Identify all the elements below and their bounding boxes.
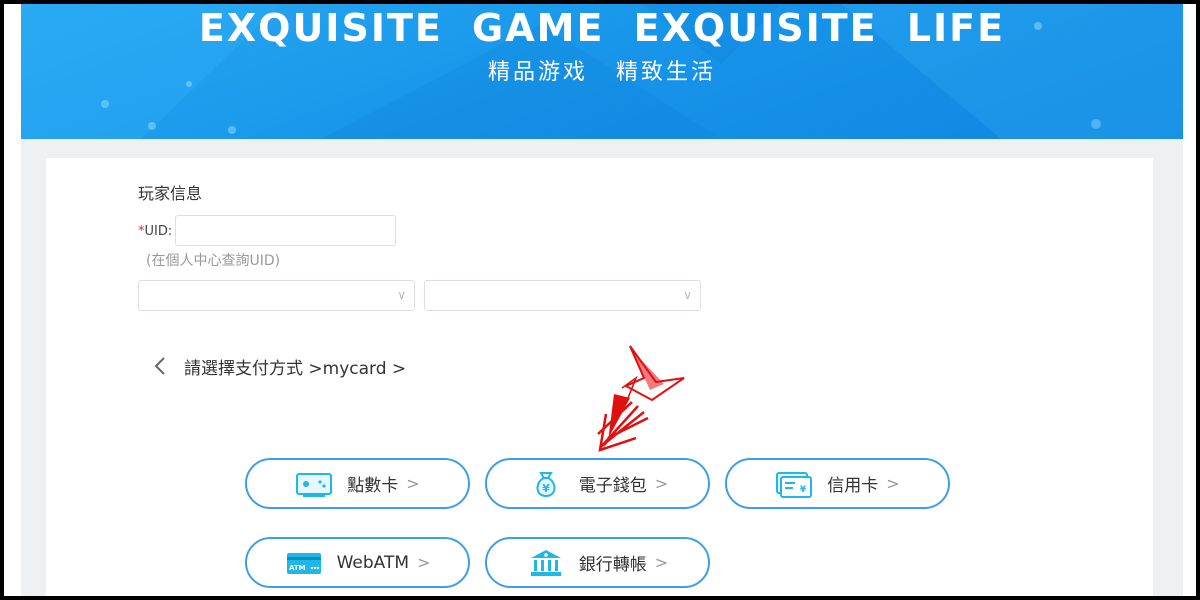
payment-e-wallet-button[interactable]: ¥ 電子錢包 > <box>485 458 710 509</box>
red-annotation-arrow-icon <box>597 345 685 452</box>
chevron-right-icon: > <box>654 553 669 572</box>
server-select[interactable]: ∨ <box>138 280 415 311</box>
payment-webatm-button[interactable]: ATM WebATM > <box>245 537 470 588</box>
chevron-right-icon: > <box>417 553 431 572</box>
credit-card-icon: ¥ <box>776 471 813 498</box>
svg-text:¥: ¥ <box>800 485 807 495</box>
player-info-heading: 玩家信息 <box>138 184 203 203</box>
payment-label: 點數卡 <box>347 476 399 496</box>
chevron-down-icon: ∨ <box>683 288 692 302</box>
page-frame: EXQUISITE GAME EXQUISITE LIFE 精品游戏 精致生活 … <box>4 4 1196 596</box>
chevron-right-icon: > <box>406 474 420 493</box>
chevron-right-icon: > <box>886 474 900 493</box>
header-banner: EXQUISITE GAME EXQUISITE LIFE 精品游戏 精致生活 <box>21 4 1183 139</box>
payment-point-card-button[interactable]: 點數卡 > <box>245 458 470 509</box>
payment-bank-transfer-button[interactable]: 銀行轉帳 > <box>485 537 710 588</box>
role-select[interactable]: ∨ <box>424 280 701 311</box>
uid-hint: (在個人中心查詢UID) <box>146 253 281 269</box>
svg-text:ATM: ATM <box>289 564 306 572</box>
game-card-icon <box>296 472 333 497</box>
payment-label: WebATM <box>336 552 410 573</box>
breadcrumb-text: 請選擇支付方式 >mycard > <box>184 358 407 379</box>
payment-label: 銀行轉帳 <box>578 555 647 575</box>
banner-subtitle: 精品游戏 精致生活 <box>488 60 716 85</box>
bank-icon <box>530 549 561 576</box>
uid-label: *UID: <box>138 224 172 239</box>
chevron-down-icon: ∨ <box>397 288 406 302</box>
breadcrumb: 請選擇支付方式 >mycard > <box>148 353 406 379</box>
uid-input[interactable] <box>175 215 396 246</box>
banner-title: EXQUISITE GAME EXQUISITE LIFE <box>198 6 1006 50</box>
atm-card-icon: ATM <box>286 552 321 574</box>
svg-text:¥: ¥ <box>542 482 550 495</box>
uid-label-text: UID: <box>144 224 173 239</box>
payment-credit-card-button[interactable]: ¥ 信用卡 > <box>725 458 950 509</box>
payment-label: 電子錢包 <box>578 476 647 496</box>
back-chevron-icon[interactable] <box>148 353 174 379</box>
chevron-right-icon: > <box>654 474 669 493</box>
money-bag-icon: ¥ <box>536 471 556 497</box>
payment-label: 信用卡 <box>827 476 879 496</box>
